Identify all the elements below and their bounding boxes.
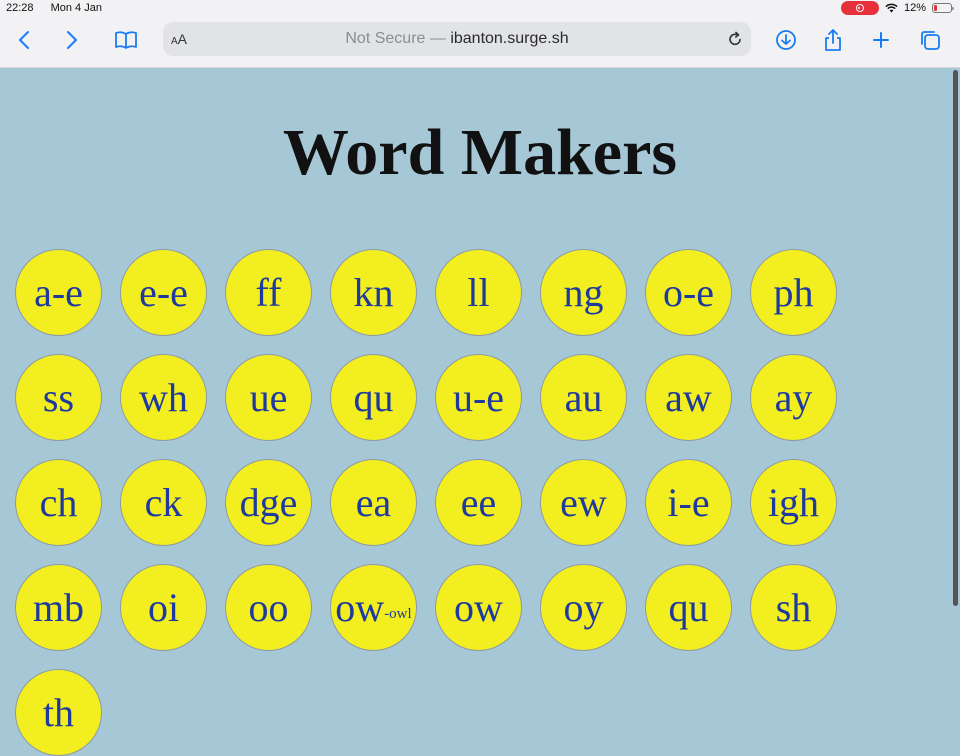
url-display[interactable]: Not Secure — ibanton.surge.sh [163,30,751,48]
tile-u-e[interactable]: u-e [435,354,522,441]
tile-label: mb [32,584,85,630]
tile-label: ch [39,479,78,525]
tile-oo[interactable]: oo [225,564,312,651]
tabs-overview-button[interactable] [915,26,945,54]
tile-i-e[interactable]: i-e [645,459,732,546]
book-icon [115,31,137,49]
screen-recording-icon[interactable] [840,1,879,15]
wifi-icon [885,3,898,13]
tile-label: oy [563,584,604,630]
status-time: 22:28 [6,2,34,14]
tile-ll[interactable]: ll [435,249,522,336]
share-icon [825,29,841,51]
tile-wh[interactable]: wh [120,354,207,441]
tile-label: ew [560,479,607,525]
tile-label: ph [773,269,814,315]
tile-label: oo [248,584,289,630]
tile-label: o-e [662,269,715,315]
reload-icon [729,31,741,46]
tile-ue[interactable]: ue [225,354,312,441]
tile-au[interactable]: au [540,354,627,441]
tile-ee[interactable]: ee [435,459,522,546]
tile-label: a-e [34,269,83,315]
tile-label: aw [665,374,712,420]
battery-icon [932,3,954,13]
tile-mb[interactable]: mb [15,564,102,651]
tile-igh[interactable]: igh [750,459,837,546]
battery-percent: 12% [903,2,926,14]
page-title: Word Makers [282,116,678,189]
tile-dge[interactable]: dge [225,459,312,546]
status-bar-left: 22:28 Mon 4 Jan [6,2,116,14]
tile-a-e[interactable]: a-e [15,249,102,336]
browser-chrome: 22:28 Mon 4 Jan 12% AA Not Secure — iban… [0,0,960,68]
tile-label: ss [42,374,75,420]
tile-label: ck [144,479,183,525]
download-icon [776,30,796,50]
tile-ck[interactable]: ck [120,459,207,546]
tile-label: ow [335,584,385,630]
bookmarks-button[interactable] [111,26,141,54]
phonics-tile-grid: a-e e-e ff kn ll ng o-e ph ss wh ue qu u-e au aw ay ch ck… [15,249,855,756]
tile-sublabel: -owl [384,606,412,622]
tile-label: qu [353,374,394,420]
tile-qu[interactable]: qu [645,564,732,651]
plus-icon [873,32,889,48]
tabs-icon [921,31,940,50]
url-host: ibanton.surge.sh [450,30,569,47]
tile-kn[interactable]: kn [330,249,417,336]
tile-label: e-e [139,269,188,315]
tile-label: dge [239,479,298,525]
forward-button[interactable] [57,26,87,54]
tile-label: ee [460,479,497,525]
tile-label: qu [668,584,709,630]
tile-label: ea [355,479,392,525]
tile-label: ff [255,269,282,315]
tile-label: u-e [452,374,505,420]
scrollbar[interactable] [953,70,958,606]
tile-ng[interactable]: ng [540,249,627,336]
tile-sh[interactable]: sh [750,564,837,651]
tile-label: au [564,374,603,420]
tile-label: th [42,689,75,735]
tile-label: oi [147,584,180,630]
tile-ch[interactable]: ch [15,459,102,546]
chevron-right-icon [67,31,77,49]
tile-label: i-e [667,479,710,525]
tile-label: igh [767,479,820,525]
tile-label: ay [774,374,813,420]
tile-label: wh [139,374,188,420]
tile-oy[interactable]: oy [540,564,627,651]
tile-ay[interactable]: ay [750,354,837,441]
tile-ea[interactable]: ea [330,459,417,546]
tile-ow[interactable]: ow [435,564,522,651]
tile-ow-owl[interactable]: ow -owl [330,564,417,651]
tile-ph[interactable]: ph [750,249,837,336]
tile-ew[interactable]: ew [540,459,627,546]
chevron-left-icon [19,31,29,49]
tile-o-e[interactable]: o-e [645,249,732,336]
tile-label: ll [467,269,490,315]
new-tab-button[interactable] [866,26,896,54]
tile-e-e[interactable]: e-e [120,249,207,336]
tile-ff[interactable]: ff [225,249,312,336]
tile-label: ue [249,374,288,420]
tile-th[interactable]: th [15,669,102,756]
back-button[interactable] [9,26,39,54]
tile-aw[interactable]: aw [645,354,732,441]
share-button[interactable] [818,26,848,54]
tile-label: ow [454,584,503,630]
status-date: Mon 4 Jan [50,2,102,14]
address-bar[interactable]: AA Not Secure — ibanton.surge.sh [163,22,751,56]
tile-label: kn [353,269,394,315]
status-bar-right: 12% [840,1,954,15]
downloads-button[interactable] [771,26,801,54]
tile-label: sh [775,584,812,630]
tile-ss[interactable]: ss [15,354,102,441]
reload-button[interactable] [725,29,745,49]
tile-qu[interactable]: qu [330,354,417,441]
tile-oi[interactable]: oi [120,564,207,651]
url-security-label: Not Secure — [345,30,451,47]
tile-label: ng [563,269,604,315]
